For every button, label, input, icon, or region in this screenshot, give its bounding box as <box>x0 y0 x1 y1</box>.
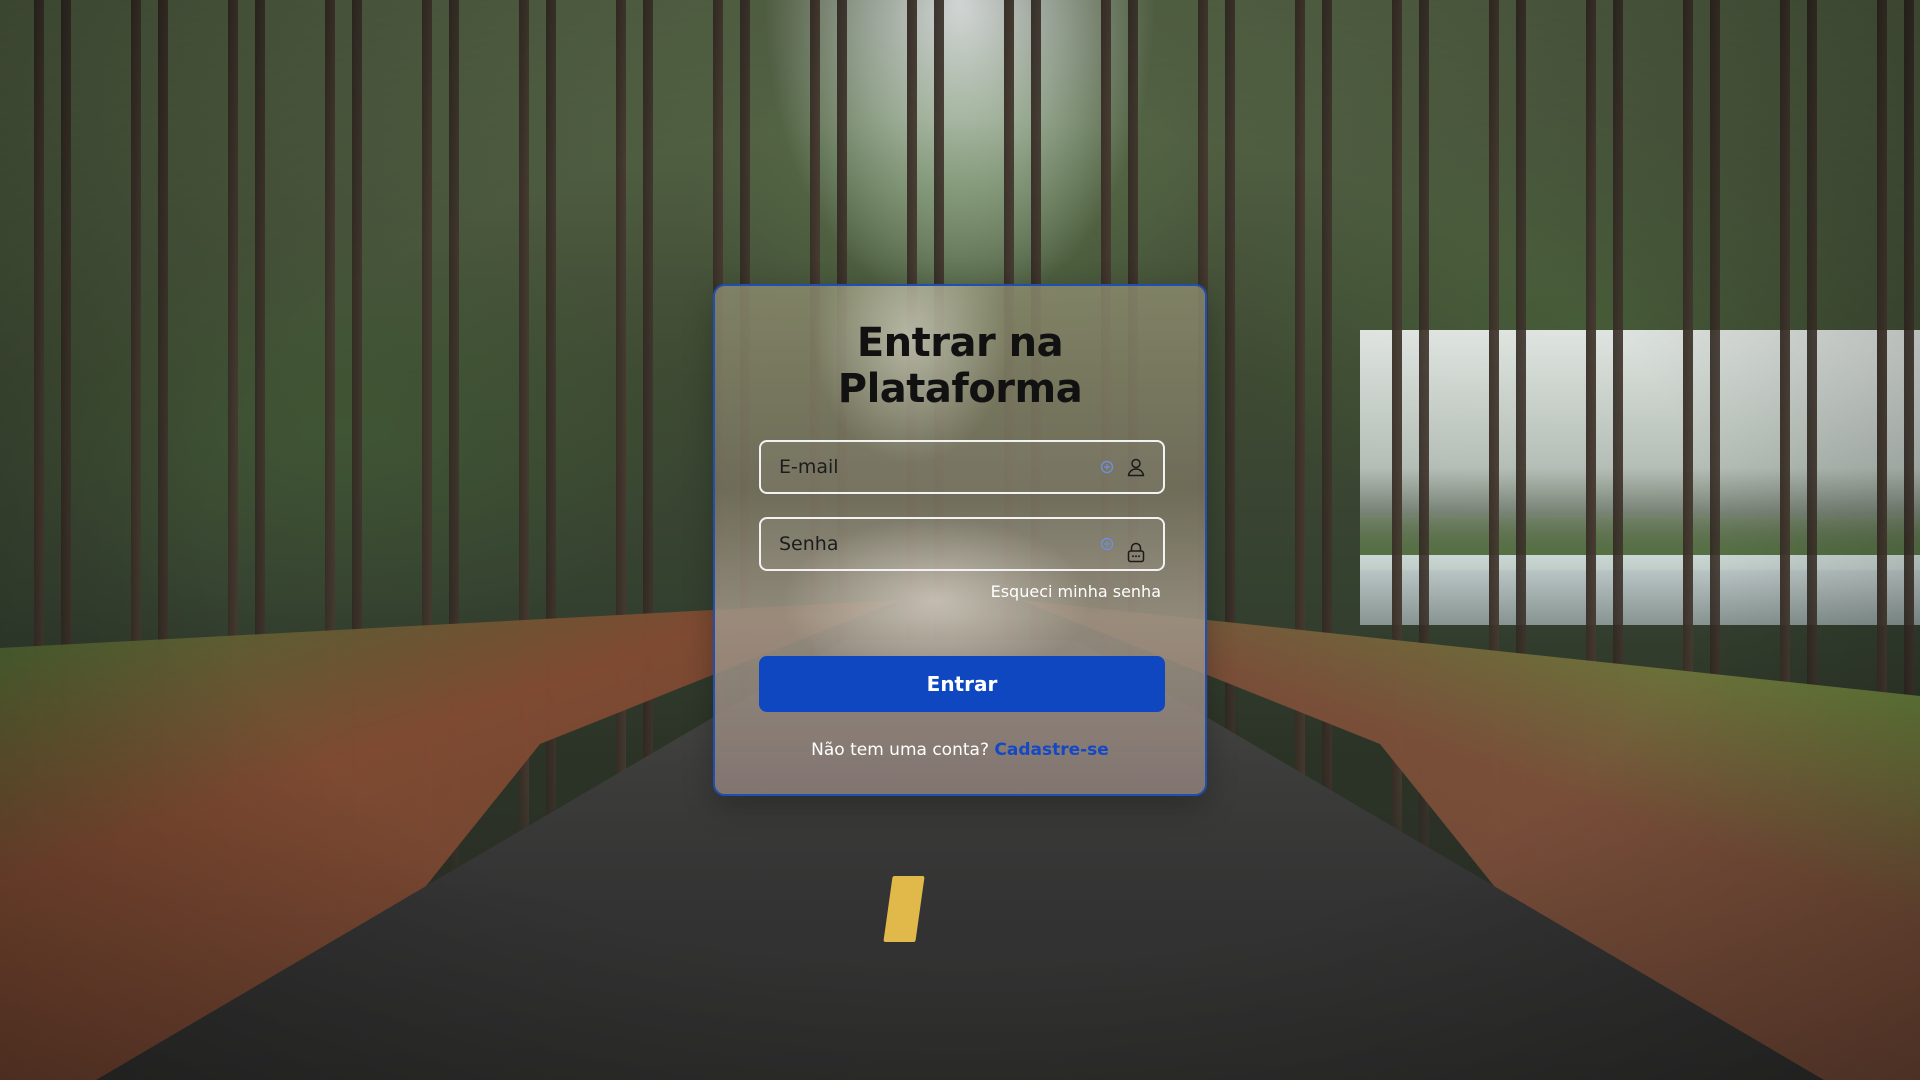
lock-icon <box>1125 541 1147 563</box>
signup-prompt-text: Não tem uma conta? <box>811 740 989 760</box>
password-manager-icon[interactable] <box>1099 459 1115 475</box>
login-card: Entrar na Plataforma E-mail Esqueci minh… <box>713 284 1207 796</box>
user-icon <box>1125 456 1147 478</box>
email-input[interactable] <box>761 442 1099 492</box>
signup-prompt: Não tem uma conta? Cadastre-se <box>715 740 1205 760</box>
page-title: Entrar na Plataforma <box>837 320 1083 412</box>
password-manager-icon[interactable] <box>1099 536 1115 552</box>
signup-link[interactable]: Cadastre-se <box>994 740 1108 760</box>
login-button[interactable]: Entrar <box>759 656 1165 712</box>
forgot-password-link[interactable]: Esqueci minha senha <box>991 582 1161 601</box>
password-input[interactable] <box>761 519 1099 569</box>
password-field[interactable] <box>759 517 1165 571</box>
email-field[interactable] <box>759 440 1165 494</box>
